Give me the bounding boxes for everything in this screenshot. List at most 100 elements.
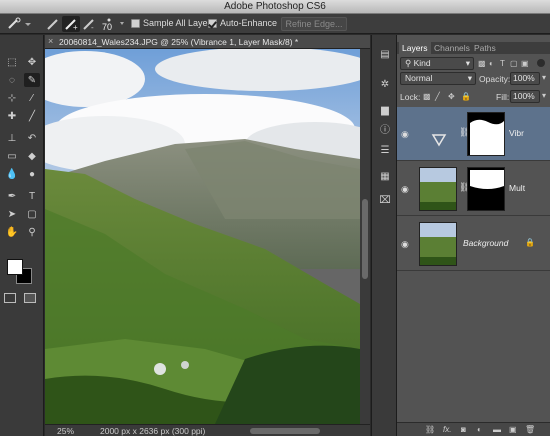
shape-tool[interactable]: ▢	[24, 207, 40, 221]
opacity-field[interactable]: 100%	[510, 72, 540, 85]
foreground-color-swatch[interactable]	[7, 259, 23, 275]
quick-mask-icon[interactable]	[4, 293, 16, 303]
new-selection-mode-button[interactable]	[44, 16, 62, 32]
history-panel-icon[interactable]: ▤	[378, 49, 392, 61]
brush-subtract-icon: -	[83, 19, 94, 32]
mask-preview	[470, 170, 504, 189]
filter-smart-object-icon[interactable]: ▣	[521, 59, 529, 68]
zoom-level[interactable]: 25%	[57, 426, 74, 436]
layer-row-vibrance[interactable]: ◉ ⛓ Vibr	[397, 107, 550, 161]
zoom-tool[interactable]: ⚲	[24, 225, 40, 239]
lock-image-icon[interactable]: ╱	[435, 92, 440, 101]
quick-selection-tool[interactable]: ✎	[24, 73, 40, 87]
zoom-icon: ⚲	[28, 226, 36, 238]
link-icon[interactable]: ⛓	[425, 425, 435, 434]
sample-all-layers-checkbox[interactable]	[131, 19, 140, 28]
clone-stamp-tool[interactable]: ⊥	[4, 131, 20, 145]
properties-panel-icon[interactable]: ☰	[378, 145, 392, 157]
blend-mode-select[interactable]: Normal ▾	[400, 72, 476, 85]
visibility-eye-icon[interactable]: ◉	[401, 239, 409, 250]
crop-tool[interactable]: ⊹	[4, 91, 20, 105]
new-layer-icon[interactable]: ▣	[509, 425, 517, 434]
move-tool[interactable]: ✥	[24, 55, 40, 69]
paint-bucket-tool[interactable]: ◆	[24, 149, 40, 163]
filter-shape-icon[interactable]: ▢	[510, 59, 518, 68]
fill-field[interactable]: 100%	[510, 90, 540, 103]
navigator-panel-icon[interactable]: ✲	[378, 79, 392, 91]
filter-toggle-icon[interactable]	[537, 59, 545, 67]
lock-transparent-icon[interactable]: ▩	[423, 92, 431, 101]
screen-mode-icon[interactable]	[24, 293, 36, 303]
landscape-thumbnail	[420, 223, 456, 265]
blur-tool[interactable]: 💧	[4, 167, 20, 181]
subtract-from-selection-button[interactable]: -	[80, 16, 98, 32]
lock-position-icon[interactable]: ✥	[448, 92, 455, 101]
type-tool[interactable]: T	[24, 189, 40, 203]
dodge-tool[interactable]: ●	[24, 167, 40, 181]
tab-channels[interactable]: Channels	[431, 42, 473, 54]
healing-brush-tool[interactable]: ✚	[4, 109, 20, 123]
info-panel-icon[interactable]: ⓘ	[378, 125, 392, 137]
pen-tool[interactable]: ✒	[4, 189, 20, 203]
fx-icon[interactable]: fx.	[443, 425, 451, 434]
group-icon[interactable]: ▬	[493, 425, 501, 434]
layer-name[interactable]: Background	[463, 238, 508, 248]
add-to-selection-button[interactable]: +	[62, 16, 80, 32]
document-info[interactable]: 2000 px x 2636 px (300 ppi)	[100, 426, 205, 436]
layer-name[interactable]: Vibr	[509, 128, 524, 138]
hand-tool[interactable]: ✋	[4, 225, 20, 239]
svg-text:+: +	[73, 23, 78, 32]
filter-pixel-icon[interactable]: ▩	[478, 59, 486, 68]
kind-filter-value: Kind	[413, 58, 431, 68]
document-canvas[interactable]	[45, 49, 360, 424]
chevron-down-icon[interactable]: ▾	[542, 91, 546, 100]
document-tab[interactable]: × 20060814_Wales234.JPG @ 25% (Vibrance …	[45, 35, 370, 49]
filter-adjustment-icon[interactable]: ◐	[489, 59, 494, 68]
layer-row-multiply[interactable]: ◉ ⛓ Mult	[397, 162, 550, 216]
histogram-panel-icon[interactable]: ▆	[378, 105, 392, 117]
fill-label: Fill:	[496, 92, 510, 102]
tab-paths[interactable]: Paths	[471, 42, 499, 54]
layer-mask-thumbnail[interactable]	[467, 167, 505, 211]
refine-edge-button[interactable]: Refine Edge...	[281, 17, 347, 31]
vertical-scrollbar[interactable]	[360, 49, 370, 424]
close-document-icon[interactable]: ×	[48, 36, 53, 46]
eraser-tool[interactable]: ▭	[4, 149, 20, 163]
visibility-eye-icon[interactable]: ◉	[401, 129, 409, 140]
brush-size-value: 70	[102, 22, 113, 32]
tab-layers[interactable]: Layers	[399, 42, 431, 54]
marquee-tool[interactable]: ⬚	[4, 55, 20, 69]
chevron-down-icon[interactable]: ▾	[542, 73, 546, 82]
layer-mask-thumbnail[interactable]	[467, 112, 505, 156]
tool-preset-picker[interactable]	[3, 16, 33, 32]
clone-stamp-icon: ⊥	[7, 132, 17, 144]
lock-all-icon[interactable]: 🔒	[461, 92, 471, 101]
clone-source-panel-icon[interactable]: ⌧	[378, 195, 392, 207]
brush-new-icon	[47, 19, 58, 30]
horizontal-scroll-thumb[interactable]	[250, 428, 320, 434]
move-icon: ✥	[27, 56, 37, 68]
layer-row-background[interactable]: ◉ Background 🔒	[397, 217, 550, 271]
auto-enhance-checkbox[interactable]	[208, 19, 217, 28]
blend-mode-value: Normal	[405, 73, 433, 83]
vertical-scroll-thumb[interactable]	[362, 199, 368, 279]
adjustment-icon[interactable]: ◐	[477, 425, 482, 434]
trash-icon[interactable]: 🗑	[525, 425, 535, 434]
mask-icon[interactable]: ◙	[461, 425, 466, 434]
layers-panel-footer: ⛓ fx. ◙ ◐ ▬ ▣ 🗑	[397, 422, 550, 436]
type-icon: T	[28, 190, 36, 202]
brush-presets-panel-icon[interactable]: ▦	[378, 171, 392, 183]
eyedropper-tool[interactable]: ⁄	[24, 91, 40, 105]
path-selection-tool[interactable]: ➤	[4, 207, 20, 221]
lock-icon: 🔒	[525, 238, 535, 247]
visibility-eye-icon[interactable]: ◉	[401, 184, 409, 195]
lasso-tool[interactable]: ◌	[4, 73, 20, 87]
history-brush-icon: ↶	[27, 132, 37, 144]
filter-type-icon[interactable]: T	[500, 59, 505, 68]
photoshop-window: Adobe Photoshop CS6 + - 70 Sample All La…	[0, 0, 550, 436]
kind-filter-select[interactable]: ⚲ Kind ▾	[400, 57, 474, 70]
brush-tool[interactable]: ╱	[24, 109, 40, 123]
layer-name[interactable]: Mult	[509, 183, 525, 193]
brush-size-picker[interactable]: 70	[99, 16, 125, 32]
history-brush-tool[interactable]: ↶	[24, 131, 40, 145]
